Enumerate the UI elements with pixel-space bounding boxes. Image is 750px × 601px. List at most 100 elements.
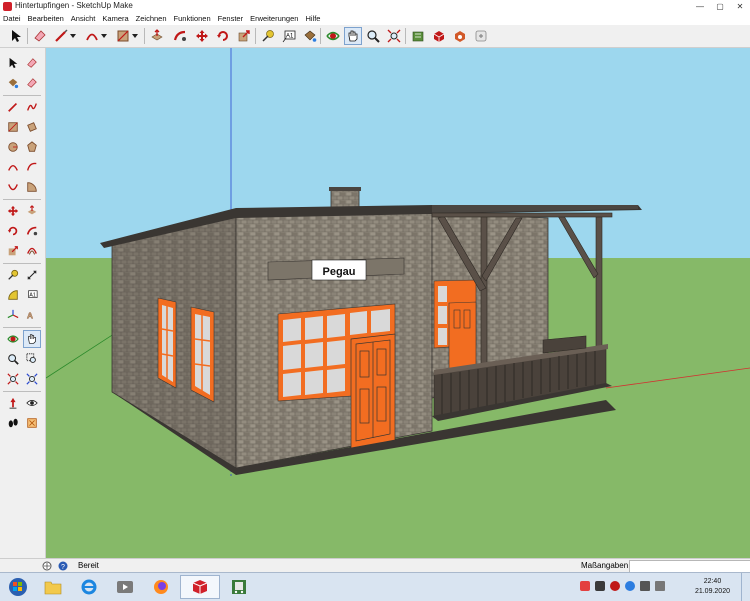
taskbar-clock[interactable]: 22:40 21.09.2020 [695,577,730,597]
pan-tool-icon[interactable] [23,330,41,348]
menu-bearbeiten[interactable]: Bearbeiten [25,13,68,25]
menu-fenster[interactable]: Fenster [215,13,247,25]
tray-antivirus-icon[interactable] [610,581,620,591]
folder-icon [44,581,62,595]
menu-kamera[interactable]: Kamera [99,13,132,25]
help-icon[interactable]: ? [58,561,68,571]
pan-tool-icon[interactable] [344,27,362,45]
tray-update-icon[interactable] [625,581,635,591]
line-tool-icon[interactable] [4,98,22,116]
chevron-down-icon[interactable] [130,27,140,45]
two-point-arc-tool-icon[interactable] [23,158,41,176]
train-icon [232,580,246,594]
pie-tool-icon[interactable] [23,178,41,196]
look-around-tool-icon[interactable] [23,394,41,412]
extension-warehouse-icon[interactable] [472,27,490,45]
geolocation-icon[interactable] [42,561,52,571]
paint-tool-icon[interactable] [23,74,41,92]
front-door [350,333,396,449]
rectangle-tool-icon[interactable] [4,118,22,136]
follow-me-tool-icon[interactable] [171,27,189,45]
status-text: Bereit [78,561,99,570]
menu-funktionen[interactable]: Funktionen [171,13,215,25]
paint-bucket-tool-icon[interactable] [301,27,319,45]
tray-network-icon[interactable] [595,581,605,591]
chevron-down-icon[interactable] [99,27,109,45]
taskbar-firefox[interactable] [144,575,178,599]
menu-datei[interactable]: Datei [0,13,25,25]
zoom-tool-icon[interactable] [4,350,22,368]
taskbar-sketchup[interactable] [180,575,220,599]
clock-date: 21.09.2020 [694,588,730,595]
menu-ansicht[interactable]: Ansicht [68,13,100,25]
maximize-button[interactable]: ▢ [710,0,730,13]
push-pull-tool-icon[interactable] [148,27,166,45]
3d-text-tool-icon[interactable]: A [23,306,41,324]
orbit-tool-icon[interactable] [324,27,342,45]
tape-measure-tool-icon[interactable] [4,266,22,284]
position-camera-tool-icon[interactable] [4,394,22,412]
axes-tool-icon[interactable] [4,306,22,324]
zoom-extents-tool-icon[interactable] [4,370,22,388]
arc-tool-icon[interactable] [4,158,22,176]
tray-flag-icon[interactable] [580,581,590,591]
dimension-tool-icon[interactable] [23,266,41,284]
taskbar-ie[interactable] [72,575,106,599]
zoom-window-tool-icon[interactable] [23,350,41,368]
minimize-button[interactable]: — [690,0,710,13]
chevron-down-icon[interactable] [68,27,78,45]
modeling-viewport[interactable]: Pegau [46,48,750,558]
left-window-2 [190,306,215,403]
rotate-tool-icon[interactable] [214,27,232,45]
text-tool-icon[interactable]: A1 [280,27,298,45]
svg-text:A1: A1 [286,34,294,40]
show-desktop-button[interactable] [741,573,750,601]
move-tool-icon[interactable] [4,202,22,220]
freehand-tool-icon[interactable] [23,98,41,116]
share-model-icon[interactable] [451,27,469,45]
rotate-tool-icon[interactable] [4,222,22,240]
move-tool-icon[interactable] [193,27,211,45]
taskbar-train-app[interactable] [222,575,256,599]
tray-volume-icon[interactable] [640,581,650,591]
tape-measure-tool-icon[interactable] [259,27,277,45]
select-tool-icon[interactable] [7,27,25,45]
eraser-tool-icon[interactable] [31,27,49,45]
polygon-tool-icon[interactable] [23,138,41,156]
follow-me-tool-icon[interactable] [23,222,41,240]
sketchup-icon [192,580,208,594]
window-controls: — ▢ ✕ [690,0,750,13]
three-point-arc-tool-icon[interactable] [4,178,22,196]
push-pull-tool-icon[interactable] [23,202,41,220]
model-canvas[interactable]: Pegau [46,48,750,558]
menu-hilfe[interactable]: Hilfe [302,13,324,25]
section-plane-tool-icon[interactable] [23,414,41,432]
rotated-rectangle-tool-icon[interactable] [23,118,41,136]
taskbar-explorer[interactable] [36,575,70,599]
menu-zeichnen[interactable]: Zeichnen [133,13,171,25]
large-tool-set: A1 A [0,48,46,558]
protractor-tool-icon[interactable] [4,286,22,304]
zoom-tool-icon[interactable] [364,27,382,45]
close-button[interactable]: ✕ [730,0,750,13]
tray-arrow-icon[interactable] [655,581,665,591]
circle-tool-icon[interactable] [4,138,22,156]
orbit-tool-icon[interactable] [4,330,22,348]
taskbar-media[interactable] [108,575,142,599]
start-button[interactable] [4,575,32,599]
text-tool-icon[interactable]: A1 [23,286,41,304]
offset-tool-icon[interactable] [23,242,41,260]
clock-time: 22:40 [703,578,722,585]
zoom-extents-tool-icon[interactable] [385,27,403,45]
select-tool-icon[interactable] [4,54,22,72]
menu-erweiterungen[interactable]: Erweiterungen [247,13,302,25]
walk-tool-icon[interactable] [4,414,22,432]
eraser-tool-icon[interactable] [23,54,41,72]
component-tool-icon[interactable] [4,74,22,92]
warehouse-icon[interactable] [409,27,427,45]
components-icon[interactable] [430,27,448,45]
scale-tool-icon[interactable] [235,27,253,45]
title-bar: Hintertupfingen - SketchUp Make — ▢ ✕ [0,0,750,14]
scale-tool-icon[interactable] [4,242,22,260]
previous-view-tool-icon[interactable] [23,370,41,388]
